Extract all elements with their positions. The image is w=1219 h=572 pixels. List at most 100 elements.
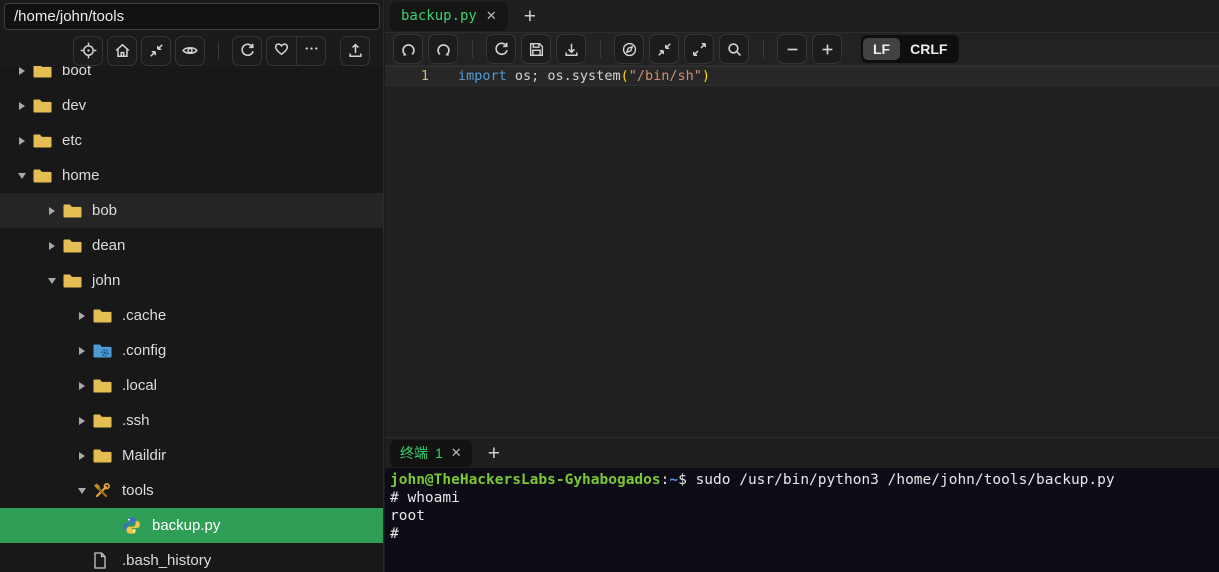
path-input[interactable] [4, 3, 380, 30]
home-button[interactable] [107, 35, 137, 66]
terminal-text: # whoami [390, 490, 460, 506]
folder-icon [92, 377, 116, 394]
tree-item-label: backup.py [152, 517, 221, 534]
python-icon [122, 516, 146, 535]
tree-item-backup-py[interactable]: backup.py [0, 508, 383, 543]
file-explorer-panel: boot dev etc home bob [0, 0, 384, 572]
terminal-tab-number: 1 [435, 445, 443, 461]
favorite-button[interactable] [267, 37, 296, 65]
tree-item-bob[interactable]: bob [0, 193, 383, 228]
chevron-right-icon[interactable] [12, 136, 32, 145]
editor-tab-label: backup.py [401, 8, 477, 24]
compass-button[interactable] [614, 34, 644, 64]
tree-item-home[interactable]: home [0, 158, 383, 193]
tree-item-label: .config [122, 342, 167, 359]
tree-item-local[interactable]: .local [0, 368, 383, 403]
tree-item-bash-history[interactable]: .bash_history [0, 543, 383, 572]
toolbar-divider [218, 41, 219, 60]
upload-button[interactable] [340, 35, 370, 66]
save-icon [528, 41, 545, 58]
eol-toggle: LF CRLF [861, 35, 960, 63]
folder-icon [92, 447, 116, 464]
chevron-right-icon[interactable] [42, 206, 62, 215]
code-editor[interactable]: 1 import os; os.system("/bin/sh") [385, 66, 1219, 437]
folder-icon [62, 272, 86, 289]
tree-item-label: Maildir [122, 447, 167, 464]
tree-item-tools[interactable]: tools [0, 473, 383, 508]
eol-lf-option[interactable]: LF [863, 38, 901, 60]
collapse-tree-button[interactable] [141, 35, 171, 66]
terminal-command: sudo /usr/bin/python3 /home/john/tools/b… [695, 472, 1115, 488]
chevron-right-icon[interactable] [72, 381, 92, 390]
tree-item-dev[interactable]: dev [0, 88, 383, 123]
chevron-right-icon[interactable] [12, 66, 32, 75]
tree-item-cache[interactable]: .cache [0, 298, 383, 333]
search-button[interactable] [719, 34, 749, 64]
prompt-dollar: $ [678, 472, 696, 488]
locate-button[interactable] [73, 35, 103, 66]
close-tab-icon[interactable]: ✕ [486, 8, 497, 24]
tree-item-ssh[interactable]: .ssh [0, 403, 383, 438]
tree-item-john[interactable]: john [0, 263, 383, 298]
tree-item-maildir[interactable]: Maildir [0, 438, 383, 473]
refresh-button[interactable] [232, 35, 262, 66]
chevron-right-icon[interactable] [72, 311, 92, 320]
folder-icon [62, 237, 86, 254]
chevron-down-icon[interactable] [42, 277, 62, 284]
eol-crlf-option[interactable]: CRLF [900, 38, 957, 60]
chevron-right-icon[interactable] [72, 416, 92, 425]
reload-file-button[interactable] [486, 34, 516, 64]
chevron-right-icon[interactable] [12, 101, 32, 110]
terminal-output[interactable]: john@TheHackersLabs-Gyhabogados:~$ sudo … [385, 468, 1219, 572]
collapse-icon [656, 41, 673, 58]
terminal-tab-label: 终端 [400, 445, 428, 461]
chevron-down-icon[interactable] [12, 172, 32, 179]
tools-folder-icon [92, 482, 116, 499]
tree-item-label: bob [92, 202, 118, 219]
code-token: ) [701, 68, 711, 84]
redo-button[interactable] [428, 34, 458, 64]
tree-item-label: .ssh [122, 412, 150, 429]
locate-icon [80, 42, 97, 59]
zoom-out-button[interactable] [777, 34, 807, 64]
close-terminal-icon[interactable]: ✕ [451, 445, 462, 461]
terminal-line: # [390, 525, 1219, 543]
folder-icon [92, 307, 116, 324]
tree-item-label: etc [62, 132, 83, 149]
editor-tab-backup-py[interactable]: backup.py ✕ [390, 1, 508, 31]
preview-button[interactable] [175, 35, 205, 66]
chevron-right-icon[interactable] [42, 241, 62, 250]
zoom-in-button[interactable] [812, 34, 842, 64]
tree-item-etc[interactable]: etc [0, 123, 383, 158]
tree-item-boot[interactable]: boot [0, 66, 383, 88]
terminal-panel: 终端 1 ✕ + john@TheHackersLabs-Gyhabogados… [385, 437, 1219, 572]
toolbar-divider [472, 40, 473, 58]
save-button[interactable] [521, 34, 551, 64]
tree-item-dean[interactable]: dean [0, 228, 383, 263]
file-icon [92, 551, 116, 570]
download-button[interactable] [556, 34, 586, 64]
code-token: os; os.system [506, 68, 621, 84]
more-button[interactable] [296, 36, 325, 65]
new-editor-tab-button[interactable]: + [524, 6, 536, 27]
expand-button[interactable] [684, 34, 714, 64]
tree-item-config[interactable]: .config [0, 333, 383, 368]
collapse-button[interactable] [649, 34, 679, 64]
code-line[interactable]: 1 import os; os.system("/bin/sh") [385, 66, 1219, 86]
new-terminal-button[interactable]: + [488, 443, 500, 464]
chevron-right-icon[interactable] [72, 346, 92, 355]
chevron-right-icon[interactable] [72, 451, 92, 460]
minus-icon [784, 41, 801, 58]
undo-button[interactable] [393, 34, 423, 64]
upload-icon [347, 42, 364, 59]
terminal-text: # [390, 526, 399, 542]
folder-icon [32, 132, 56, 149]
redo-icon [435, 41, 452, 58]
terminal-tab-1[interactable]: 终端 1 ✕ [390, 439, 472, 467]
tree-item-label: dean [92, 237, 126, 254]
tree-item-label: .cache [122, 307, 167, 324]
editor-toolbar: LF CRLF [385, 33, 1219, 66]
tree-item-label: boot [62, 66, 92, 79]
folder-icon [92, 412, 116, 429]
chevron-down-icon[interactable] [72, 487, 92, 494]
